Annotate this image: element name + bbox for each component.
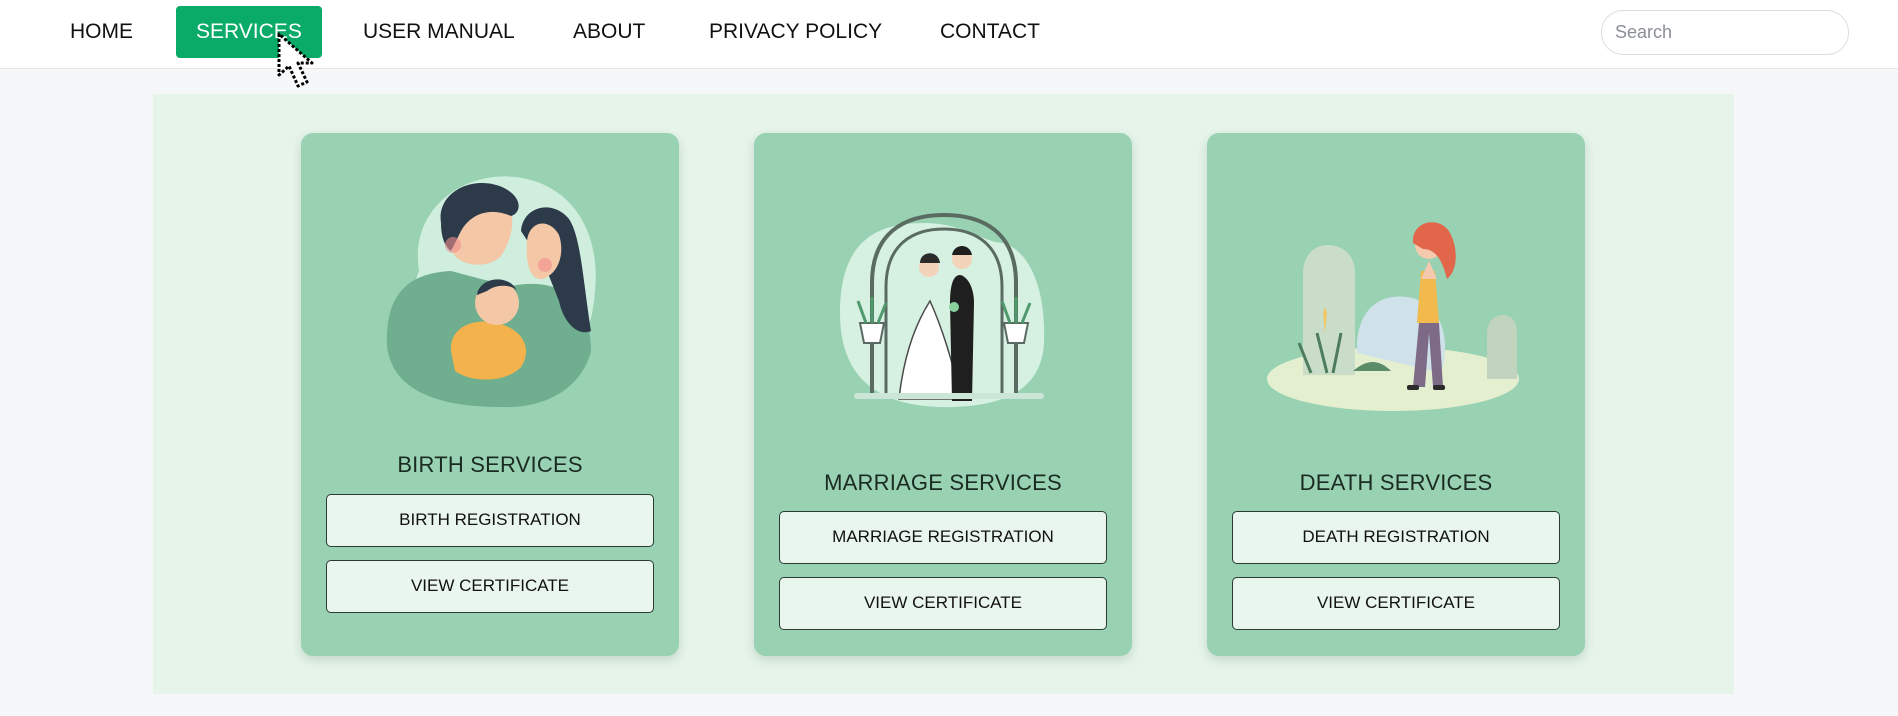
nav-contact[interactable]: CONTACT — [920, 6, 1060, 58]
marriage-services-card: MARRIAGE SERVICES MARRIAGE REGISTRATION … — [754, 133, 1132, 656]
wedding-couple-arch-illustration — [840, 212, 1045, 408]
death-services-card: DEATH SERVICES DEATH REGISTRATION VIEW C… — [1207, 133, 1585, 656]
search-input[interactable] — [1601, 10, 1849, 55]
nav-user-manual[interactable]: USER MANUAL — [343, 6, 535, 58]
death-services-title: DEATH SERVICES — [1299, 470, 1493, 495]
birth-registration-button[interactable]: BIRTH REGISTRATION — [326, 494, 654, 547]
death-view-certificate-button[interactable]: VIEW CERTIFICATE — [1232, 577, 1560, 630]
marriage-registration-button[interactable]: MARRIAGE REGISTRATION — [779, 511, 1107, 564]
marriage-services-title: MARRIAGE SERVICES — [824, 470, 1062, 495]
birth-services-card: BIRTH SERVICES BIRTH REGISTRATION VIEW C… — [301, 133, 679, 656]
nav-privacy-policy[interactable]: PRIVACY POLICY — [689, 6, 902, 58]
mourning-woman-gravestone-illustration — [1267, 222, 1519, 411]
nav-about[interactable]: ABOUT — [553, 6, 665, 58]
family-with-baby-illustration — [386, 176, 596, 408]
nav-home[interactable]: HOME — [50, 6, 153, 58]
birth-services-title: BIRTH SERVICES — [397, 452, 583, 477]
mouse-cursor-icon — [277, 32, 314, 88]
death-registration-button[interactable]: DEATH REGISTRATION — [1232, 511, 1560, 564]
marriage-view-certificate-button[interactable]: VIEW CERTIFICATE — [779, 577, 1107, 630]
birth-view-certificate-button[interactable]: VIEW CERTIFICATE — [326, 560, 654, 613]
